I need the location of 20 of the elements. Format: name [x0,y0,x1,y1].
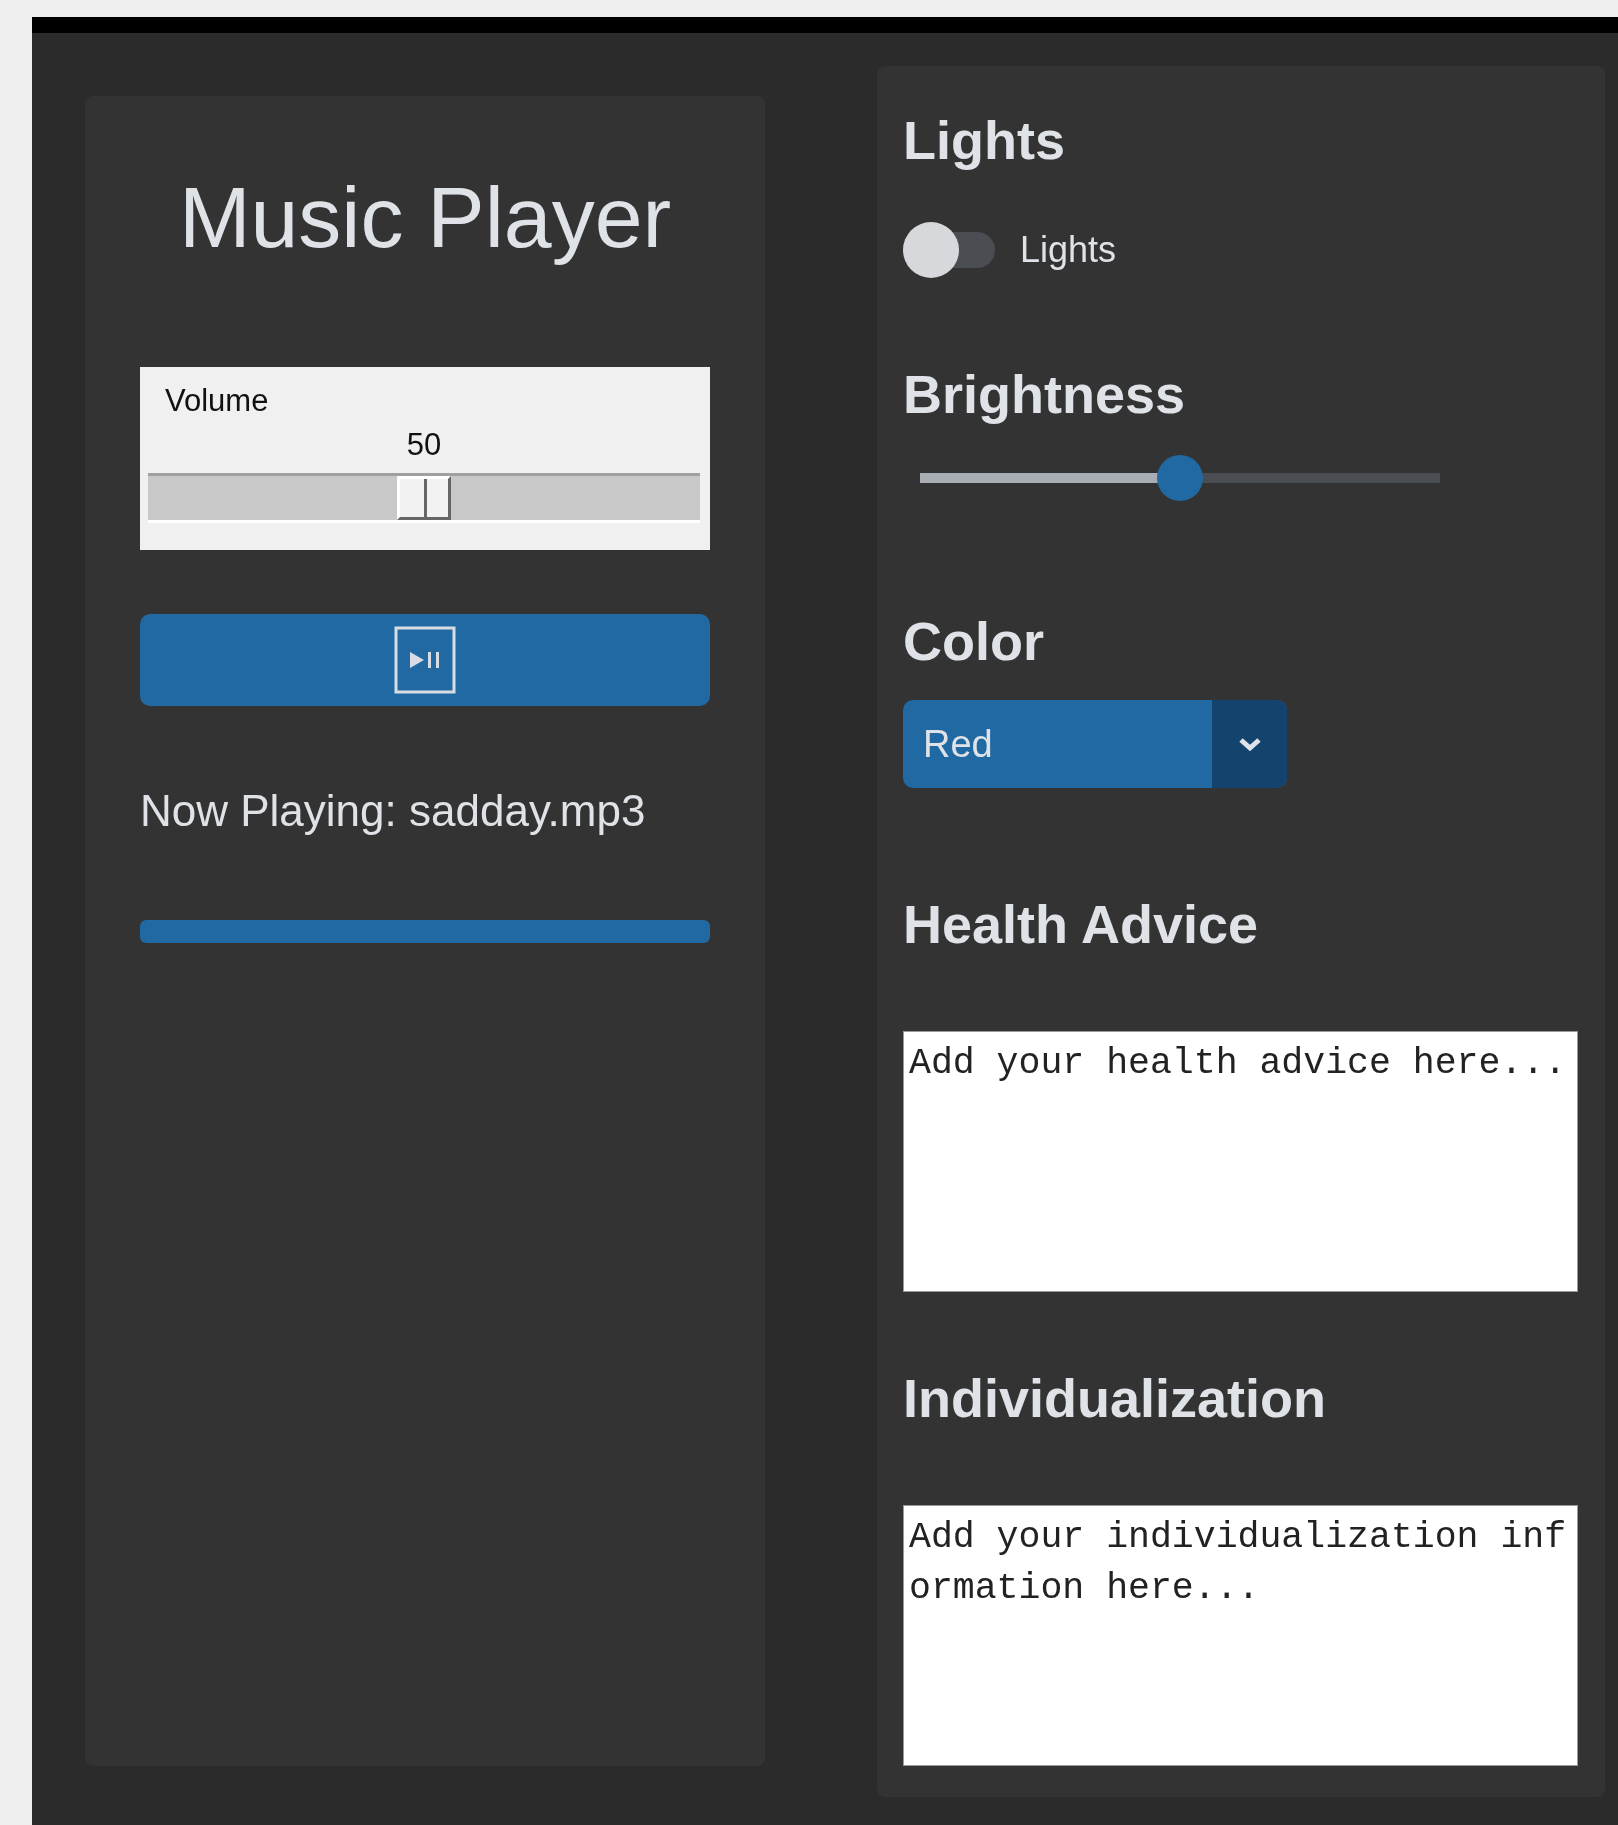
lights-heading: Lights [903,109,1065,172]
color-heading: Color [903,610,1044,673]
play-pause-icon [394,626,456,694]
color-select[interactable]: Red [903,700,1287,788]
individualization-field[interactable]: Add your individualization information here... [903,1505,1578,1766]
brightness-thumb[interactable] [1157,455,1203,501]
volume-thumb[interactable] [397,476,451,520]
health-advice-heading: Health Advice [903,893,1259,956]
lights-label: Lights [1020,229,1117,271]
brightness-heading: Brightness [903,363,1186,426]
lights-switch[interactable] [903,222,995,278]
volume-label: Volume [165,382,269,420]
volume-reading: 50 [406,426,442,464]
now-playing-text: Now Playing: sadday.mp3 [140,785,647,837]
health-advice-field[interactable]: Add your health advice here... [903,1031,1578,1292]
individualization-heading: Individualization [903,1367,1326,1430]
music-player-title: Music Player [177,168,673,267]
volume-slider[interactable] [148,473,700,523]
chevron-down-icon [1237,736,1262,752]
brightness-slider[interactable] [920,455,1440,501]
